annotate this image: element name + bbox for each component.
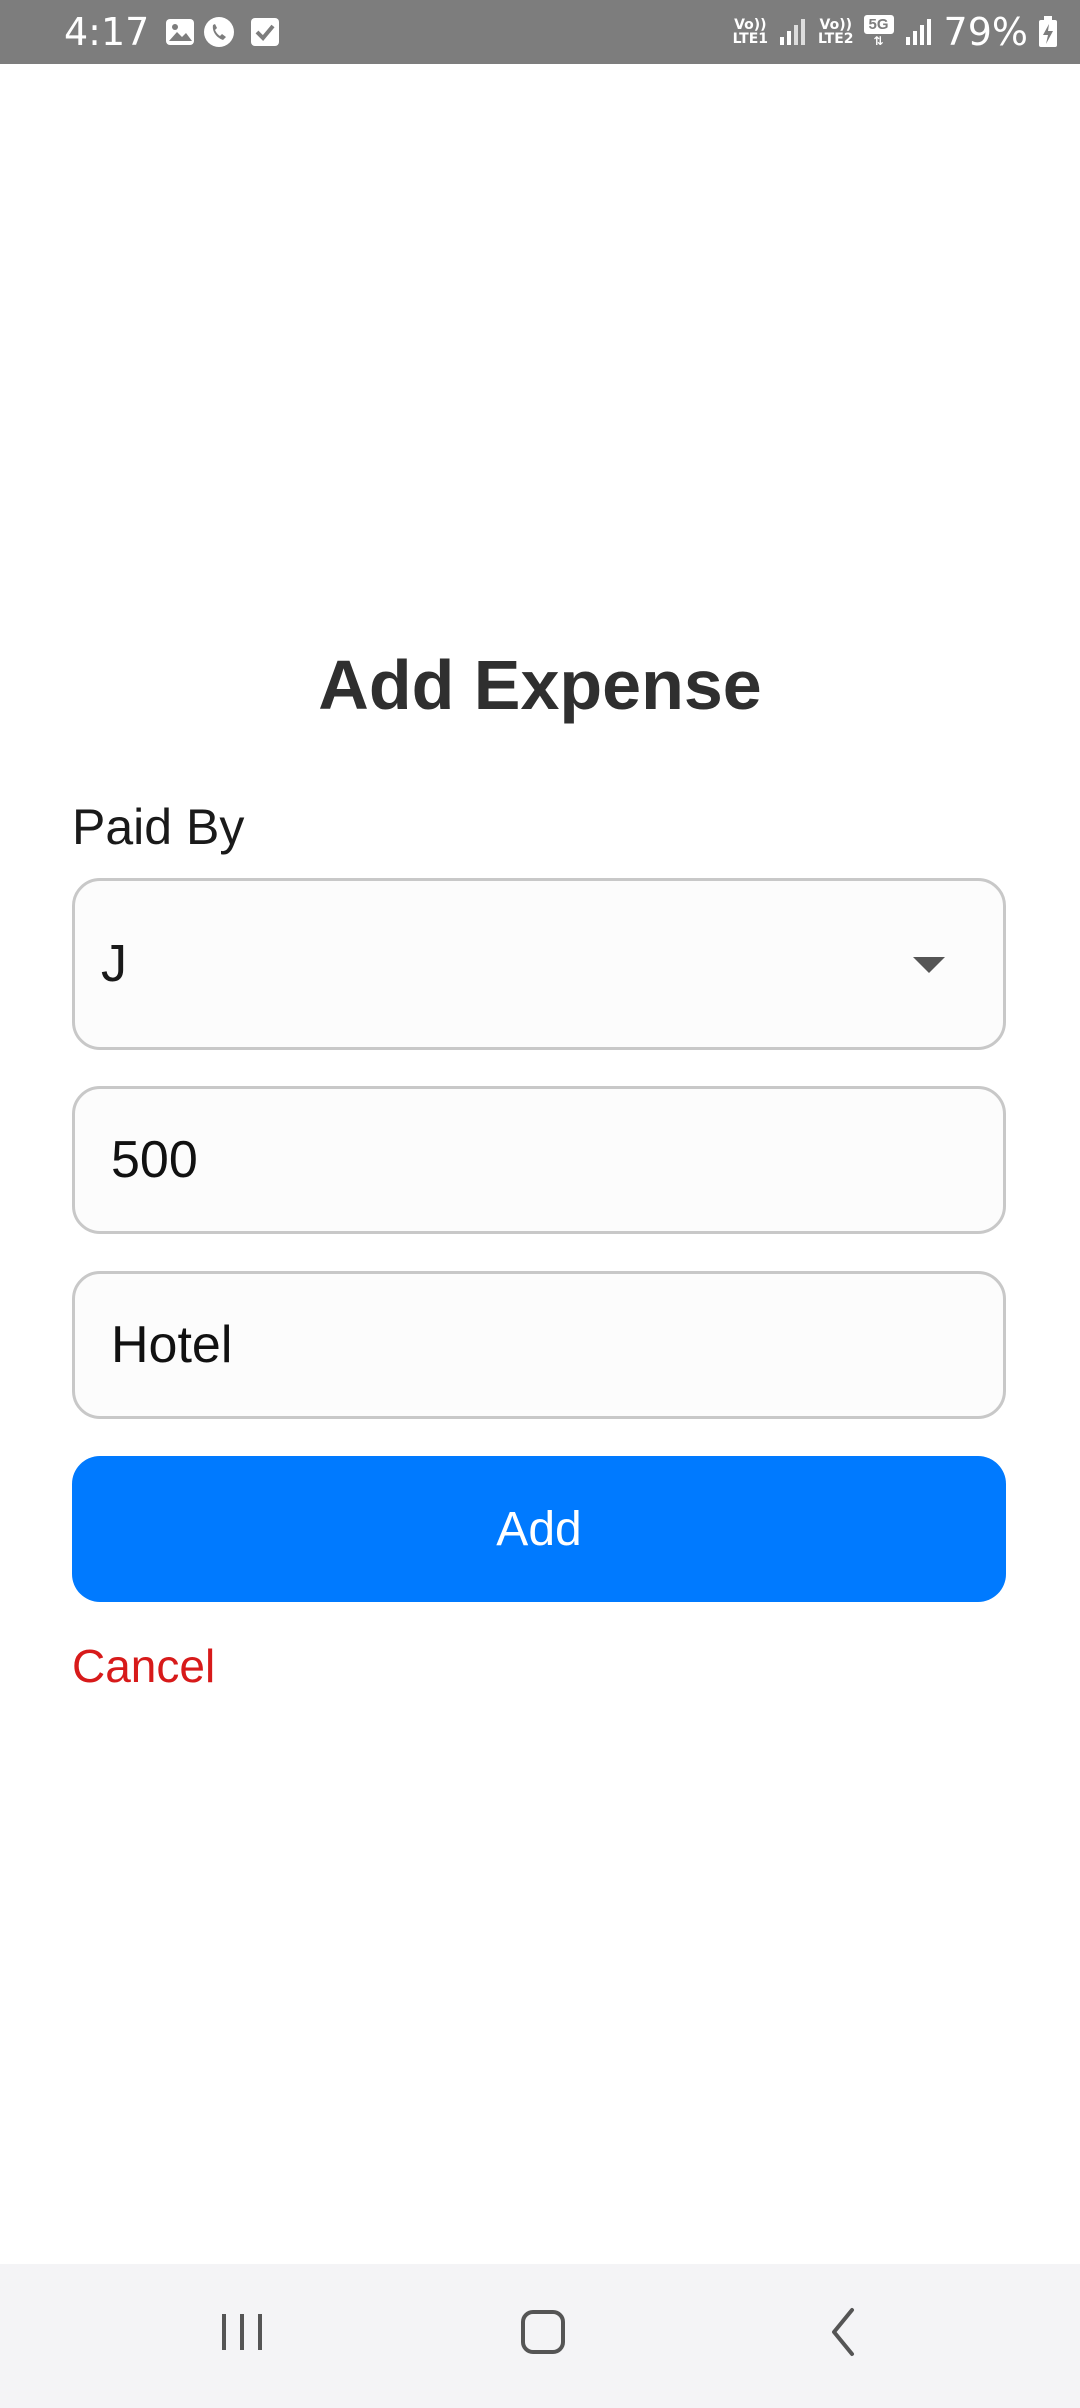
network-5g-indicator: 5G ⇅ [863,15,894,49]
home-icon[interactable] [503,2300,583,2364]
battery-charging-icon [1039,16,1057,47]
status-bar: 4:17 Vo)) LTE1 Vo)) LTE2 5G ⇅ 79% [0,0,1080,64]
description-input[interactable]: Hotel [72,1271,1006,1419]
phone-call-icon [204,17,234,47]
checkbox-icon [251,18,279,46]
gallery-icon [166,19,194,45]
paid-by-value: J [101,935,127,993]
sim1-volte-indicator: Vo)) LTE1 [732,17,769,47]
paid-by-select[interactable]: J [72,878,1006,1050]
add-button[interactable]: Add [72,1456,1006,1602]
status-time: 4:17 [64,10,150,54]
recent-apps-icon[interactable] [202,2300,282,2364]
amount-input[interactable]: 500 [72,1086,1006,1234]
status-indicators: Vo)) LTE1 Vo)) LTE2 5G ⇅ 79% [733,0,1058,64]
signal-icon [780,19,806,45]
page-title: Add Expense [318,646,762,724]
battery-percentage: 79% [943,10,1028,54]
sim2-volte-indicator: Vo)) LTE2 [818,17,854,47]
back-icon[interactable] [806,2300,886,2364]
cancel-button[interactable]: Cancel [72,1636,215,1696]
navigation-bar [0,2264,1080,2408]
paid-by-label: Paid By [72,799,245,855]
signal-icon [905,19,931,45]
dropdown-arrow-icon [913,957,945,973]
